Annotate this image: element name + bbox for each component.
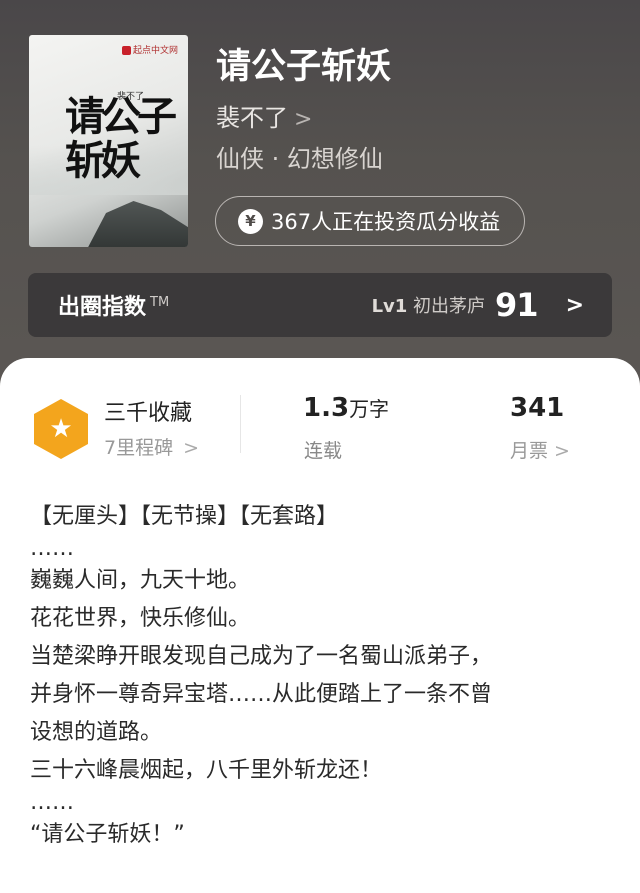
invest-button[interactable]: ¥ 367人正在投资瓜分收益 bbox=[215, 196, 525, 246]
monthly-ticket-count[interactable]: 341 bbox=[510, 393, 564, 423]
desc-line: 巍巍人间，九天十地。 bbox=[30, 568, 251, 593]
cover-publisher: 起点中文网 bbox=[121, 43, 178, 56]
chevron-right-icon: > bbox=[294, 107, 313, 132]
cover-title: 请公子斩妖 bbox=[65, 93, 177, 184]
author-name: 裴不了 bbox=[216, 104, 288, 132]
desc-line: 三十六峰晨烟起，八千里外斩龙还！ bbox=[30, 758, 383, 783]
circle-level: Lv1 初出茅庐 bbox=[371, 296, 486, 317]
chevron-right-icon: > bbox=[183, 437, 200, 459]
chevron-right-icon: > bbox=[554, 440, 570, 462]
book-title: 请公子斩妖 bbox=[216, 47, 392, 87]
book-cover[interactable]: 起点中文网 裴不了 请公子斩妖 bbox=[29, 35, 188, 247]
desc-line: 【无厘头】【无节操】【无套路】 bbox=[30, 504, 339, 529]
circle-score: 91 bbox=[495, 286, 539, 324]
desc-line: 花花世界，快乐修仙。 bbox=[30, 606, 251, 631]
cover-mountain bbox=[84, 201, 188, 247]
desc-line: “请公子斩妖！” bbox=[30, 822, 185, 847]
monthly-ticket-link[interactable]: 月票 > bbox=[510, 436, 570, 463]
desc-line: 并身怀一尊奇异宝塔……从此便踏上了一条不曾 bbox=[30, 682, 493, 707]
book-genre[interactable]: 仙侠 · 幻想修仙 bbox=[216, 143, 383, 175]
circle-index-bar[interactable]: 出圈指数 TM Lv1 初出茅庐 91 > bbox=[28, 273, 612, 337]
desc-line: 当楚梁睁开眼发现自己成为了一名蜀山派弟子， bbox=[30, 644, 493, 669]
word-count: 1.3万字 bbox=[303, 393, 390, 423]
stats-divider bbox=[240, 395, 241, 453]
invest-text: 367人正在投资瓜分收益 bbox=[271, 210, 501, 234]
desc-line: …… bbox=[30, 536, 74, 561]
serial-status: 连载 bbox=[304, 440, 343, 462]
book-description: 【无厘头】【无节操】【无套路】 …… 巍巍人间，九天十地。 花花世界，快乐修仙。… bbox=[30, 498, 620, 854]
yen-coin-icon: ¥ bbox=[238, 208, 263, 234]
milestone-link[interactable]: 7里程碑 > bbox=[104, 433, 199, 460]
author-link[interactable]: 裴不了 > bbox=[216, 102, 312, 136]
desc-line: 设想的道路。 bbox=[30, 720, 163, 745]
desc-line: …… bbox=[30, 790, 74, 815]
chevron-right-icon: > bbox=[565, 292, 584, 318]
circle-index-label: 出圈指数 TM bbox=[58, 294, 170, 320]
collect-title[interactable]: 三千收藏 bbox=[104, 395, 192, 427]
